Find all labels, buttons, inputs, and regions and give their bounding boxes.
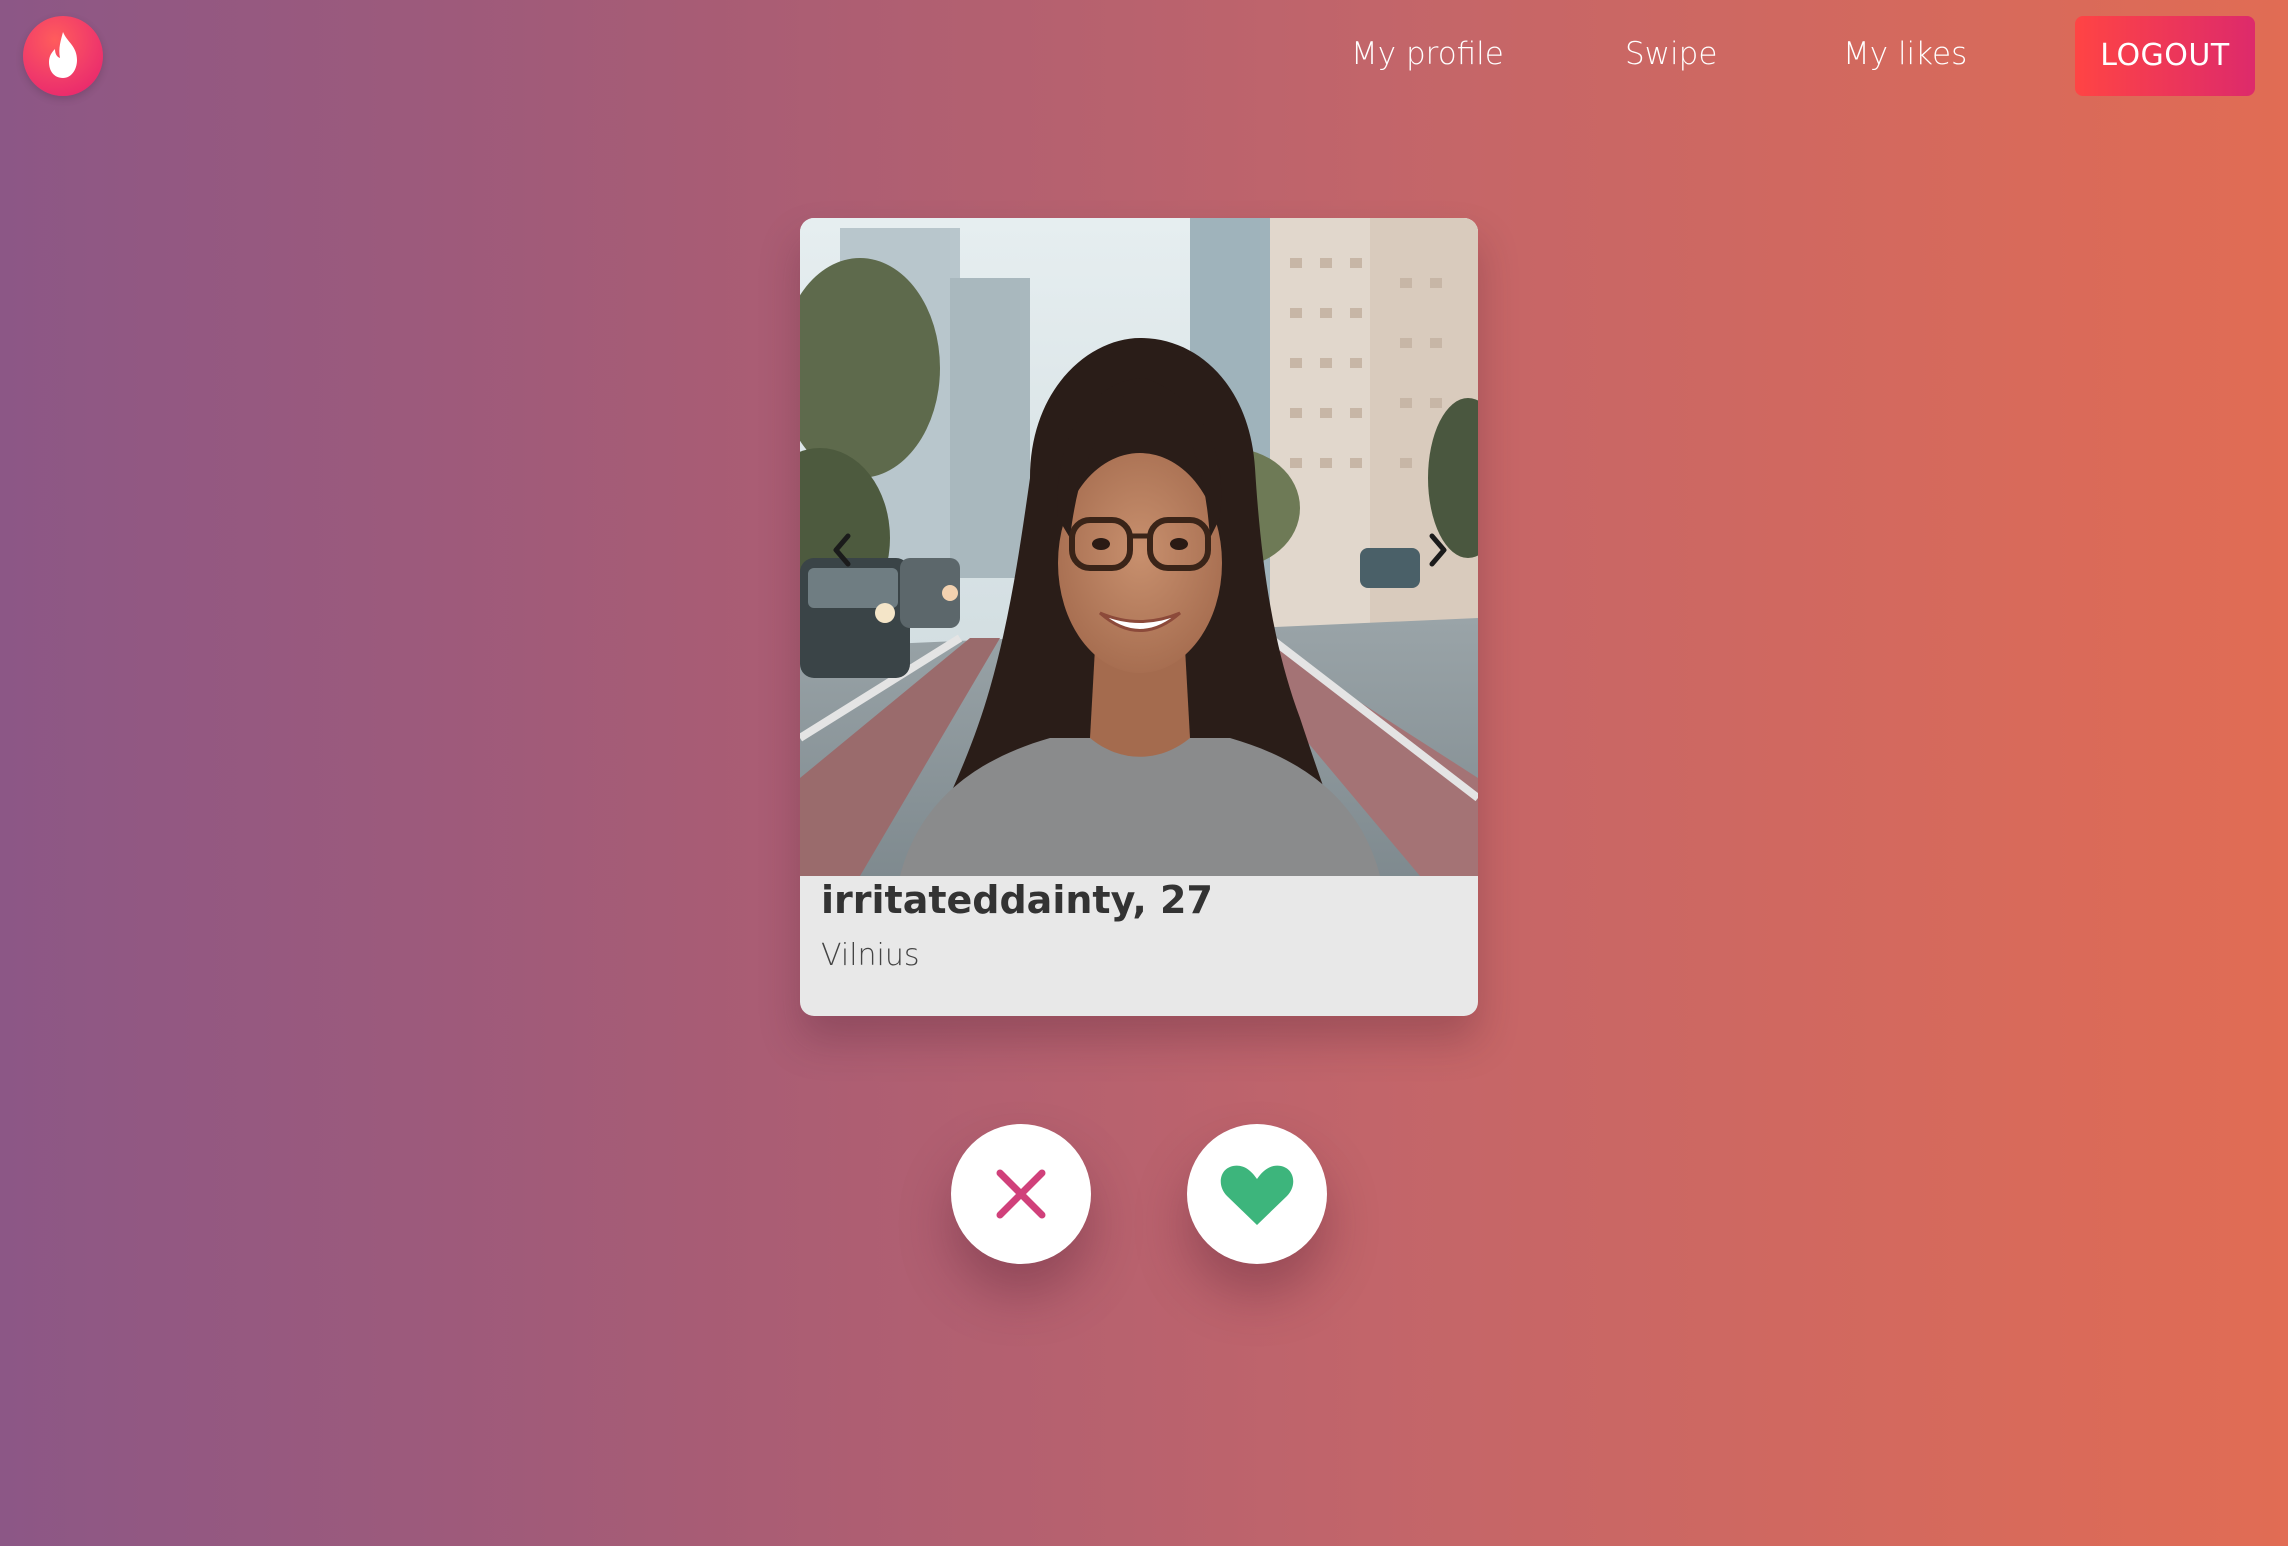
nav-my-likes[interactable]: My likes xyxy=(1843,22,1967,86)
chevron-right-icon[interactable] xyxy=(1416,520,1460,580)
dislike-button[interactable] xyxy=(951,1124,1091,1264)
logout-button[interactable]: LOGOUT xyxy=(2075,16,2255,96)
profile-photo xyxy=(800,218,1478,876)
flame-logo-icon[interactable] xyxy=(23,16,103,96)
profile-name-age: irritateddainty, 27 xyxy=(821,878,1213,922)
nav-my-profile[interactable]: My profile xyxy=(1351,22,1504,86)
profile-city: Vilnius xyxy=(821,938,920,973)
close-icon xyxy=(996,1169,1046,1219)
heart-icon xyxy=(1220,1165,1294,1225)
nav-swipe[interactable]: Swipe xyxy=(1625,22,1717,86)
chevron-left-icon[interactable] xyxy=(820,520,864,580)
like-button[interactable] xyxy=(1187,1124,1327,1264)
